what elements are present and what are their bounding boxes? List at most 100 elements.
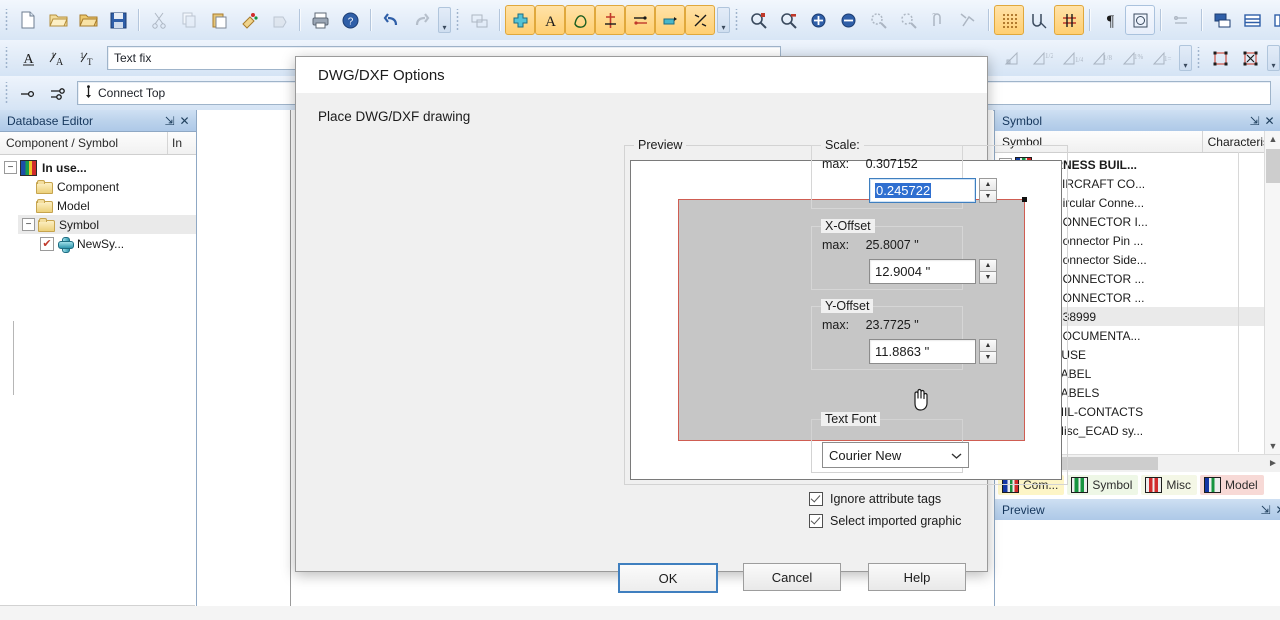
y-offset-input[interactable]: 11.8863 " [869, 339, 976, 364]
toolbar-grip[interactable] [1195, 47, 1202, 69]
undo-icon[interactable] [376, 5, 406, 35]
scale-5-icon[interactable]: 1% [1117, 43, 1147, 73]
column-splitter[interactable] [1238, 152, 1239, 452]
insert-device-icon[interactable] [655, 5, 685, 35]
undo-history-icon[interactable] [264, 5, 294, 35]
close-icon[interactable]: ✕ [177, 113, 192, 128]
spinner-down-icon[interactable]: ▼ [979, 271, 997, 284]
zoom-selection-icon[interactable] [893, 5, 923, 35]
boundary-icon[interactable] [1125, 5, 1155, 35]
insert-shape-icon[interactable] [565, 5, 595, 35]
toolbar-grip[interactable] [3, 47, 10, 69]
tree-item-in-use[interactable]: − In use... [0, 158, 196, 177]
y-offset-spinner[interactable]: 11.8863 " ▲ ▼ [869, 339, 997, 364]
tree-item-checkbox[interactable]: ✔ [40, 237, 54, 251]
spinner-up-icon[interactable]: ▲ [979, 339, 997, 351]
tree-item-newsymbol[interactable]: ✔ NewSy... [36, 234, 196, 253]
scale-input[interactable]: 0.245722 [869, 178, 976, 203]
text-font-select[interactable]: Courier New [822, 442, 969, 468]
checkbox-box[interactable] [809, 514, 823, 528]
zoom-in-icon[interactable] [743, 5, 773, 35]
insert-junction-icon[interactable] [685, 5, 715, 35]
columns-icon[interactable] [1267, 5, 1280, 35]
scale-2-icon[interactable]: 1/2 [1027, 43, 1057, 73]
y-offset-spin-buttons[interactable]: ▲ ▼ [979, 339, 997, 364]
align-icon[interactable] [1054, 5, 1084, 35]
tab-symbol[interactable]: Symbol [1067, 475, 1138, 495]
insert-splice-icon[interactable] [595, 5, 625, 35]
scrollbar-thumb[interactable] [1266, 149, 1280, 183]
toolbar-grip[interactable] [3, 9, 10, 31]
open-folder-icon[interactable] [43, 5, 73, 35]
zoom-fit-minus-icon[interactable] [833, 5, 863, 35]
scale-spin-buttons[interactable]: ▲ ▼ [979, 178, 997, 203]
select-imported-graphic-checkbox[interactable]: Select imported graphic [809, 514, 961, 528]
column-header-component-symbol[interactable]: Component / Symbol [0, 132, 168, 154]
spinner-up-icon[interactable]: ▲ [979, 178, 997, 190]
toolbar-grip[interactable] [454, 9, 461, 31]
close-icon[interactable]: ✕ [1273, 502, 1280, 517]
scroll-up-arrow-icon[interactable]: ▲ [1265, 131, 1280, 147]
toolbar-overflow-button[interactable]: ▾ [1179, 45, 1192, 71]
resize-handle[interactable] [1022, 197, 1027, 202]
cut-icon[interactable] [144, 5, 174, 35]
column-header-in[interactable]: In [168, 136, 196, 150]
connect-icon[interactable] [1166, 5, 1196, 35]
text-fraction-icon[interactable]: 1A [43, 43, 73, 73]
help-button[interactable]: Help [868, 563, 966, 591]
insert-wire-icon[interactable] [625, 5, 655, 35]
text-style-icon[interactable]: A [13, 43, 43, 73]
checkbox-box[interactable] [809, 492, 823, 506]
new-document-icon[interactable] [13, 5, 43, 35]
tree-item-symbol[interactable]: − Symbol [18, 215, 196, 234]
connect-point-icon[interactable] [13, 78, 43, 108]
scale-1-icon[interactable] [997, 43, 1027, 73]
select-wire-icon[interactable]: ? [923, 5, 953, 35]
scale-3-icon[interactable]: 1/4 [1057, 43, 1087, 73]
selection-frame-icon[interactable] [1205, 43, 1235, 73]
open-project-icon[interactable] [73, 5, 103, 35]
select-harness-icon[interactable] [953, 5, 983, 35]
expander-minus-icon[interactable]: − [22, 218, 35, 231]
toolbar-overflow-button[interactable]: ▾ [438, 7, 451, 33]
snap-icon[interactable] [1024, 5, 1054, 35]
tree-item-model[interactable]: Model [18, 196, 196, 215]
paragraph-marks-icon[interactable]: ¶ [1095, 5, 1125, 35]
spinner-down-icon[interactable]: ▼ [979, 351, 997, 364]
tree-item-component[interactable]: Component [18, 177, 196, 196]
print-icon[interactable] [305, 5, 335, 35]
copy-icon[interactable] [174, 5, 204, 35]
symbol-tree-vscrollbar[interactable]: ▲ ▼ [1264, 131, 1280, 454]
selection-handles-icon[interactable] [1235, 43, 1265, 73]
spinner-up-icon[interactable]: ▲ [979, 259, 997, 271]
table-icon[interactable] [1237, 5, 1267, 35]
x-offset-input[interactable]: 12.9004 " [869, 259, 976, 284]
help-about-icon[interactable]: ? [335, 5, 365, 35]
toolbar-grip[interactable] [3, 82, 10, 104]
toolbar-grip[interactable] [733, 9, 740, 31]
panel-toggle-icon[interactable] [464, 5, 494, 35]
pin-icon[interactable]: ⇲ [162, 113, 177, 128]
paste-icon[interactable] [204, 5, 234, 35]
tab-misc[interactable]: Misc [1141, 475, 1197, 495]
insert-text-icon[interactable]: A [535, 5, 565, 35]
cancel-button[interactable]: Cancel [743, 563, 841, 591]
format-painter-icon[interactable] [234, 5, 264, 35]
ok-button[interactable]: OK [618, 563, 718, 593]
redo-icon[interactable] [406, 5, 436, 35]
close-icon[interactable]: ✕ [1262, 113, 1277, 128]
pin-icon[interactable]: ⇲ [1247, 113, 1262, 128]
x-offset-spin-buttons[interactable]: ▲ ▼ [979, 259, 997, 284]
x-offset-spinner[interactable]: 12.9004 " ▲ ▼ [869, 259, 997, 284]
toolbar-overflow-button[interactable]: ▾ [717, 7, 730, 33]
spinner-down-icon[interactable]: ▼ [979, 190, 997, 203]
text-fit-icon[interactable]: 1T [73, 43, 103, 73]
scroll-right-arrow-icon[interactable]: ► [1265, 458, 1280, 469]
save-icon[interactable] [103, 5, 133, 35]
pin-icon[interactable]: ⇲ [1258, 502, 1273, 517]
grid-icon[interactable] [994, 5, 1024, 35]
scroll-down-arrow-icon[interactable]: ▼ [1265, 438, 1280, 454]
zoom-fit-plus-icon[interactable] [803, 5, 833, 35]
scale-spinner[interactable]: 0.245722 ▲ ▼ [869, 178, 997, 203]
layers-icon[interactable] [1207, 5, 1237, 35]
